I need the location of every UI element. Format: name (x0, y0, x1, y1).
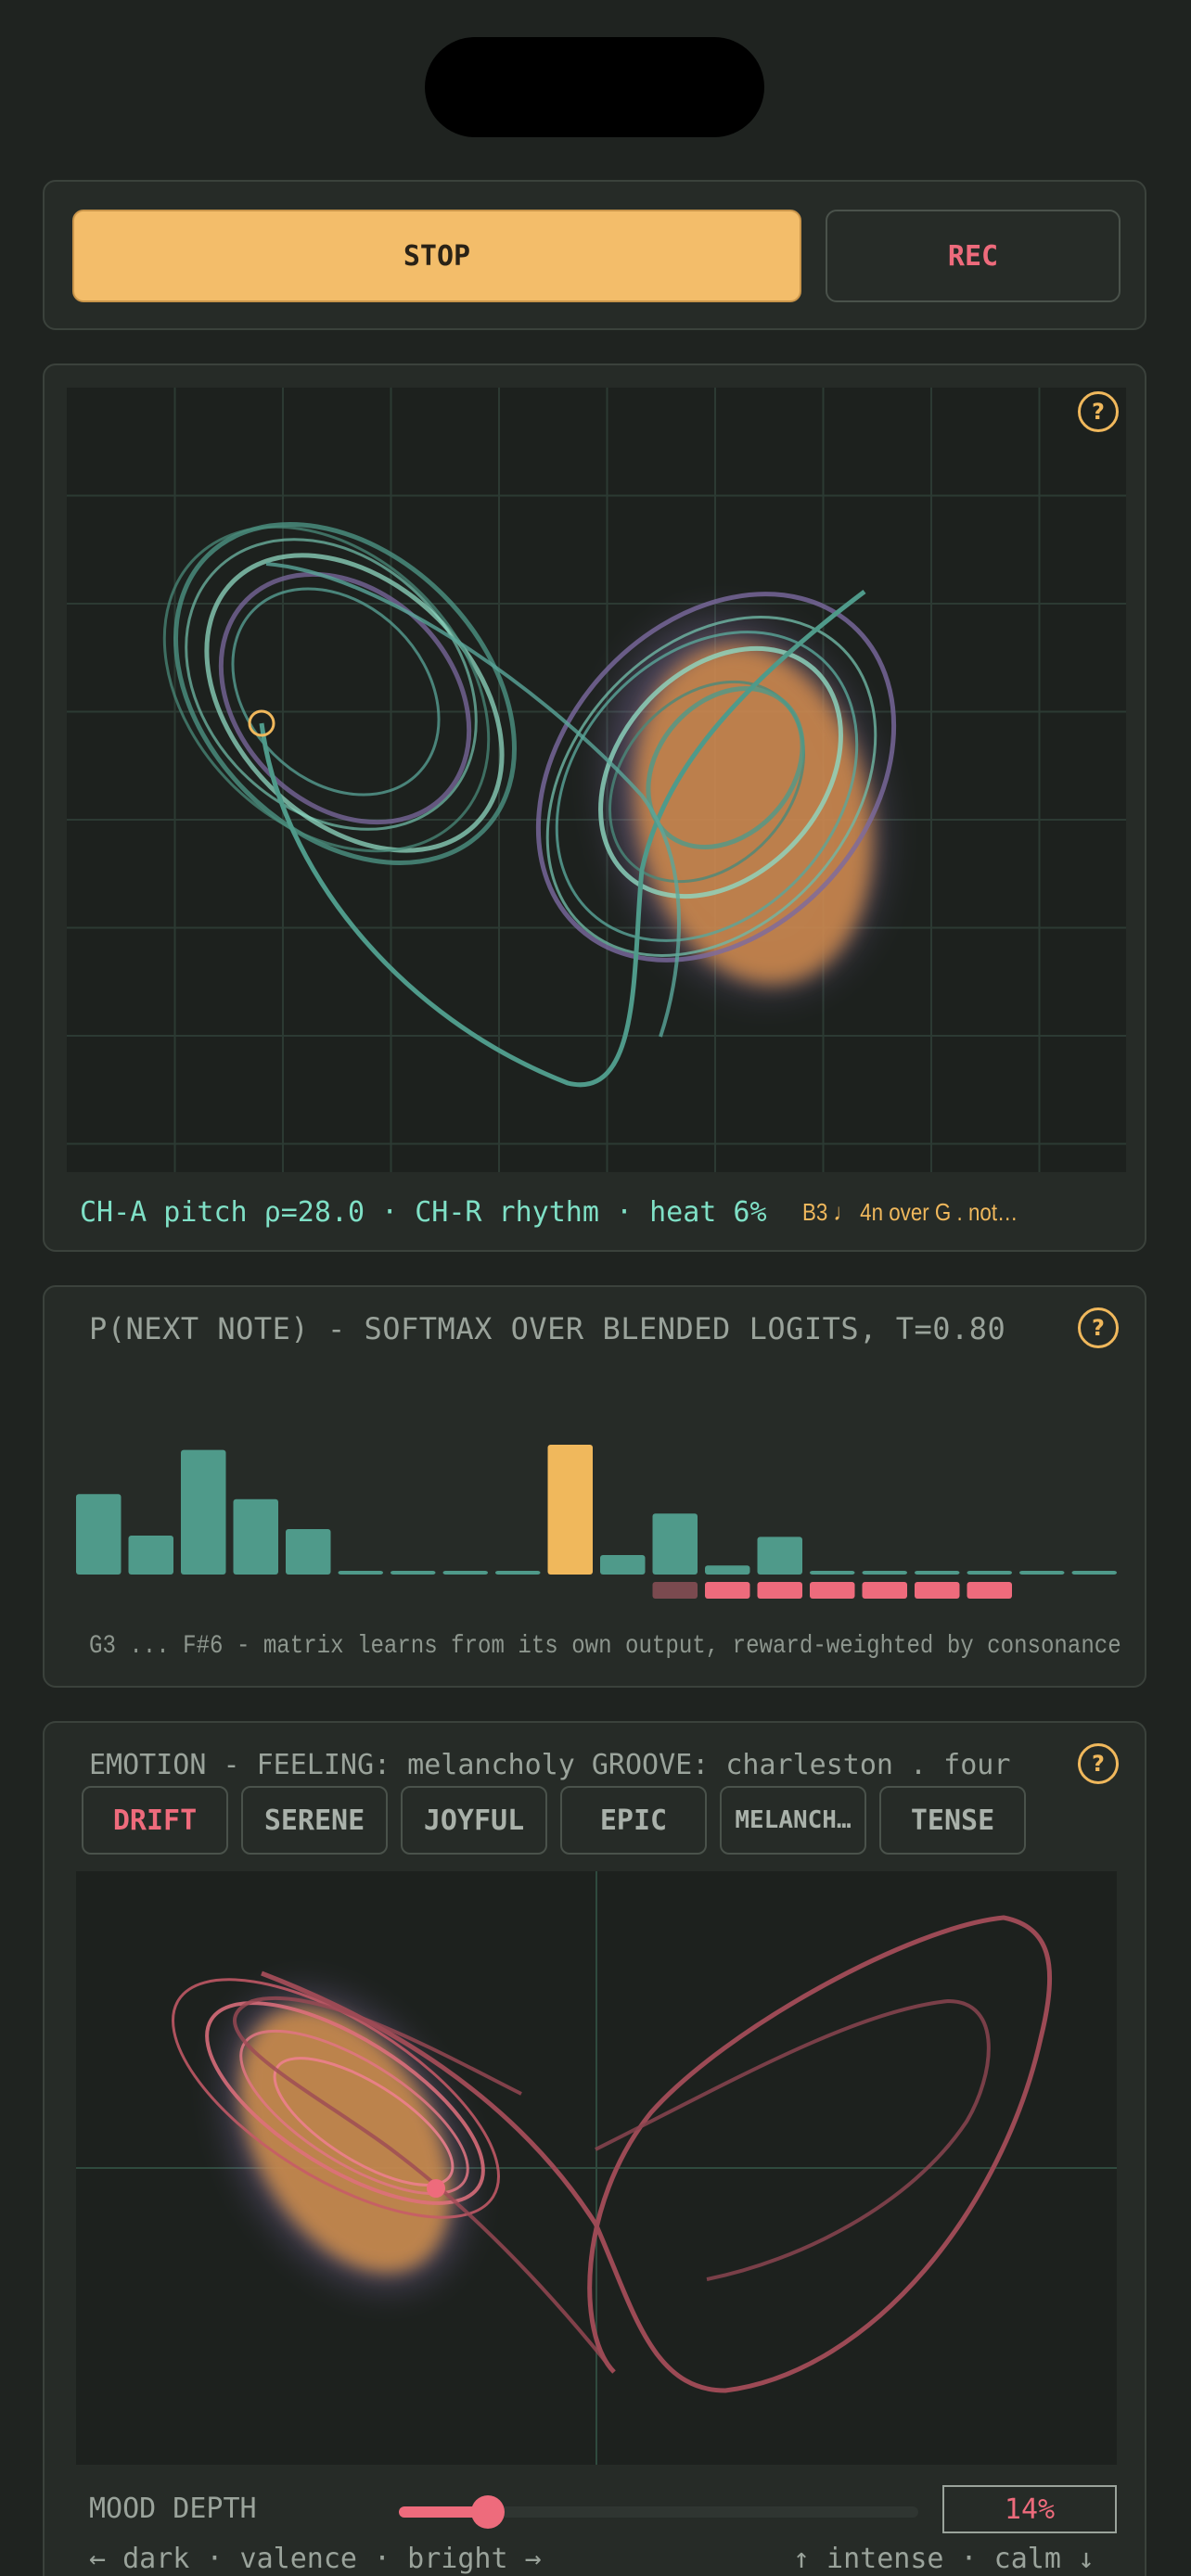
mood-depth-knob[interactable] (471, 2495, 506, 2529)
reward-marker (652, 1582, 698, 1599)
status-note: B3 ♩ 4n over G . not… (801, 1197, 1018, 1226)
probability-bar (442, 1571, 488, 1575)
reward-marker (915, 1582, 960, 1599)
attractor-help-icon[interactable]: ? (1078, 391, 1119, 432)
chip-melancholy[interactable]: MELANCH… (720, 1786, 866, 1855)
mood-depth-label: MOOD DEPTH (89, 2493, 257, 2525)
status-channels: CH-A pitch ρ=28.0 · CH-R rhythm · heat 6… (80, 1195, 767, 1229)
reward-marker (862, 1582, 907, 1599)
probability-bar (76, 1494, 122, 1575)
transport-panel: STOP REC (43, 180, 1146, 330)
distribution-chart (76, 1445, 1117, 1599)
valence-axis-legend: ← dark · valence · bright → (89, 2543, 542, 2575)
probability-bar (600, 1555, 646, 1575)
probability-bar (495, 1571, 541, 1575)
distribution-panel: P(NEXT NOTE) - SOFTMAX OVER BLENDED LOGI… (43, 1285, 1146, 1688)
probability-bar (757, 1537, 802, 1575)
probability-bar (128, 1536, 173, 1575)
probability-bar (181, 1449, 226, 1575)
emotion-help-icon[interactable]: ? (1078, 1743, 1119, 1784)
probability-bar (391, 1571, 436, 1575)
stop-button[interactable]: STOP (72, 210, 801, 302)
arousal-axis-legend: ↑ intense · calm ↓ (792, 2543, 1095, 2575)
probability-bar (338, 1571, 383, 1575)
emotion-pad-svg (76, 1871, 1117, 2465)
reward-marker (810, 1582, 855, 1599)
attractor-orbits (162, 522, 897, 1088)
emotion-title: EMOTION - FEELING: melancholy GROOVE: ch… (89, 1749, 1011, 1781)
chip-epic[interactable]: EPIC (560, 1786, 707, 1855)
distribution-help-icon[interactable]: ? (1078, 1307, 1119, 1348)
probability-bar (967, 1571, 1012, 1575)
emotion-position-dot[interactable] (427, 2179, 445, 2198)
emotion-pad[interactable] (76, 1871, 1117, 2465)
distribution-title: P(NEXT NOTE) - SOFTMAX OVER BLENDED LOGI… (89, 1311, 1006, 1346)
attractor-status: CH-A pitch ρ=28.0 · CH-R rhythm · heat 6… (80, 1189, 1119, 1235)
chip-serene[interactable]: SERENE (241, 1786, 388, 1855)
device-notch (425, 37, 764, 137)
probability-bar (286, 1529, 331, 1575)
attractor-canvas[interactable]: ? (67, 388, 1126, 1172)
probability-bar (705, 1565, 750, 1575)
distribution-footer: G3 ... F#6 - matrix learns from its own … (89, 1632, 1121, 1661)
attractor-svg (67, 388, 1126, 1172)
probability-bar (1019, 1571, 1065, 1575)
emotion-chip-row: DRIFT SERENE JOYFUL EPIC MELANCH… TENSE (82, 1786, 1026, 1855)
probability-bar (233, 1498, 278, 1575)
mood-depth-value[interactable]: 14% (942, 2485, 1117, 2533)
reward-marker (967, 1582, 1012, 1599)
probability-bar (1071, 1571, 1117, 1575)
trail-path (595, 1998, 991, 2281)
orbit-loop (204, 553, 505, 853)
probability-bar (547, 1445, 593, 1575)
attractor-panel: ? CH-A pitch ρ=28.0 · CH-R rhythm · heat… (43, 363, 1146, 1252)
probability-bar (810, 1571, 855, 1575)
probability-bar (652, 1513, 698, 1575)
chip-tense[interactable]: TENSE (879, 1786, 1026, 1855)
emotion-panel: EMOTION - FEELING: melancholy GROOVE: ch… (43, 1721, 1146, 2576)
chip-joyful[interactable]: JOYFUL (401, 1786, 547, 1855)
probability-bar (915, 1571, 960, 1575)
orbit-loop (173, 522, 517, 865)
probability-bar (862, 1571, 907, 1575)
rec-button[interactable]: REC (826, 210, 1121, 302)
reward-marker (757, 1582, 802, 1599)
reward-marker (705, 1582, 750, 1599)
chip-drift[interactable]: DRIFT (82, 1786, 228, 1855)
